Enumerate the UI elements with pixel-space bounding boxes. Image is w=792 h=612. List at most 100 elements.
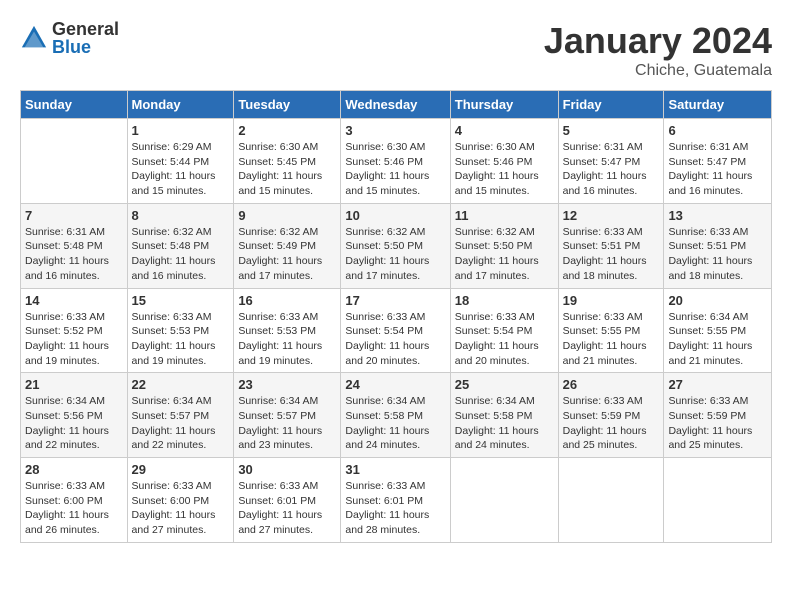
calendar-cell: 7 Sunrise: 6:31 AMSunset: 5:48 PMDaylight… [21,203,128,288]
day-number: 24 [345,377,445,392]
day-number: 22 [132,377,230,392]
day-number: 16 [238,293,336,308]
calendar-cell [21,119,128,204]
day-number: 14 [25,293,123,308]
header-day: Saturday [664,91,772,119]
calendar-cell: 13 Sunrise: 6:33 AMSunset: 5:51 PMDayligh… [664,203,772,288]
logo: General Blue [20,20,119,56]
calendar-cell: 31 Sunrise: 6:33 AMSunset: 6:01 PMDayligh… [341,458,450,543]
day-info: Sunrise: 6:33 AMSunset: 6:00 PMDaylight:… [132,479,230,538]
calendar-cell [450,458,558,543]
calendar-week: 7 Sunrise: 6:31 AMSunset: 5:48 PMDaylight… [21,203,772,288]
calendar-week: 14 Sunrise: 6:33 AMSunset: 5:52 PMDayligh… [21,288,772,373]
calendar-cell: 28Sunrise: 6:33 AMSunset: 6:00 PMDayligh… [21,458,128,543]
day-info: Sunrise: 6:33 AMSunset: 5:51 PMDaylight:… [668,225,767,284]
day-info: Sunrise: 6:33 AMSunset: 6:00 PMDaylight:… [25,479,123,538]
day-number: 4 [455,123,554,138]
day-info: Sunrise: 6:32 AMSunset: 5:50 PMDaylight:… [455,225,554,284]
day-info: Sunrise: 6:33 AMSunset: 6:01 PMDaylight:… [238,479,336,538]
day-info: Sunrise: 6:32 AMSunset: 5:50 PMDaylight:… [345,225,445,284]
header-day: Wednesday [341,91,450,119]
day-info: Sunrise: 6:33 AMSunset: 5:53 PMDaylight:… [132,310,230,369]
day-info: Sunrise: 6:34 AMSunset: 5:55 PMDaylight:… [668,310,767,369]
calendar-body: 1 Sunrise: 6:29 AMSunset: 5:44 PMDaylight… [21,119,772,543]
calendar-cell: 5Sunrise: 6:31 AMSunset: 5:47 PMDaylight… [558,119,664,204]
day-info: Sunrise: 6:34 AMSunset: 5:56 PMDaylight:… [25,394,123,453]
day-info: Sunrise: 6:30 AMSunset: 5:45 PMDaylight:… [238,140,336,199]
day-number: 31 [345,462,445,477]
calendar-week: 1 Sunrise: 6:29 AMSunset: 5:44 PMDaylight… [21,119,772,204]
calendar-cell: 30 Sunrise: 6:33 AMSunset: 6:01 PMDayligh… [234,458,341,543]
header-day: Monday [127,91,234,119]
day-info: Sunrise: 6:33 AMSunset: 5:55 PMDaylight:… [563,310,660,369]
calendar-cell: 26 Sunrise: 6:33 AMSunset: 5:59 PMDayligh… [558,373,664,458]
day-number: 6 [668,123,767,138]
calendar-cell: 16 Sunrise: 6:33 AMSunset: 5:53 PMDayligh… [234,288,341,373]
day-info: Sunrise: 6:34 AMSunset: 5:57 PMDaylight:… [132,394,230,453]
day-info: Sunrise: 6:32 AMSunset: 5:48 PMDaylight:… [132,225,230,284]
day-info: Sunrise: 6:33 AMSunset: 6:01 PMDaylight:… [345,479,445,538]
day-number: 17 [345,293,445,308]
calendar-subtitle: Chiche, Guatemala [544,62,772,80]
day-info: Sunrise: 6:30 AMSunset: 5:46 PMDaylight:… [455,140,554,199]
day-info: Sunrise: 6:33 AMSunset: 5:54 PMDaylight:… [345,310,445,369]
calendar-cell: 15 Sunrise: 6:33 AMSunset: 5:53 PMDayligh… [127,288,234,373]
calendar-cell: 29Sunrise: 6:33 AMSunset: 6:00 PMDayligh… [127,458,234,543]
day-number: 27 [668,377,767,392]
page-header: General Blue January 2024 Chiche, Guatem… [20,20,772,80]
calendar-cell: 2 Sunrise: 6:30 AMSunset: 5:45 PMDaylight… [234,119,341,204]
calendar-cell: 17 Sunrise: 6:33 AMSunset: 5:54 PMDayligh… [341,288,450,373]
day-info: Sunrise: 6:29 AMSunset: 5:44 PMDaylight:… [132,140,230,199]
day-number: 3 [345,123,445,138]
day-number: 1 [132,123,230,138]
calendar-cell: 23Sunrise: 6:34 AMSunset: 5:57 PMDayligh… [234,373,341,458]
calendar-cell: 21 Sunrise: 6:34 AMSunset: 5:56 PMDayligh… [21,373,128,458]
calendar-week: 21 Sunrise: 6:34 AMSunset: 5:56 PMDayligh… [21,373,772,458]
day-number: 23 [238,377,336,392]
day-number: 25 [455,377,554,392]
day-info: Sunrise: 6:34 AMSunset: 5:58 PMDaylight:… [455,394,554,453]
day-number: 9 [238,208,336,223]
day-number: 20 [668,293,767,308]
calendar-cell: 25 Sunrise: 6:34 AMSunset: 5:58 PMDayligh… [450,373,558,458]
calendar-cell: 9 Sunrise: 6:32 AMSunset: 5:49 PMDaylight… [234,203,341,288]
day-number: 15 [132,293,230,308]
calendar-title: January 2024 [544,20,772,62]
header-day: Thursday [450,91,558,119]
calendar-cell: 18 Sunrise: 6:33 AMSunset: 5:54 PMDayligh… [450,288,558,373]
day-number: 30 [238,462,336,477]
logo-blue: Blue [52,38,119,56]
day-info: Sunrise: 6:33 AMSunset: 5:59 PMDaylight:… [563,394,660,453]
calendar-cell [664,458,772,543]
day-info: Sunrise: 6:33 AMSunset: 5:52 PMDaylight:… [25,310,123,369]
day-info: Sunrise: 6:34 AMSunset: 5:58 PMDaylight:… [345,394,445,453]
day-info: Sunrise: 6:31 AMSunset: 5:47 PMDaylight:… [563,140,660,199]
calendar-cell [558,458,664,543]
calendar-cell: 14 Sunrise: 6:33 AMSunset: 5:52 PMDayligh… [21,288,128,373]
day-number: 11 [455,208,554,223]
day-number: 12 [563,208,660,223]
calendar-cell: 6Sunrise: 6:31 AMSunset: 5:47 PMDaylight… [664,119,772,204]
day-number: 7 [25,208,123,223]
day-number: 2 [238,123,336,138]
day-info: Sunrise: 6:32 AMSunset: 5:49 PMDaylight:… [238,225,336,284]
calendar-cell: 10 Sunrise: 6:32 AMSunset: 5:50 PMDayligh… [341,203,450,288]
day-number: 21 [25,377,123,392]
calendar-cell: 1 Sunrise: 6:29 AMSunset: 5:44 PMDaylight… [127,119,234,204]
calendar-cell: 12Sunrise: 6:33 AMSunset: 5:51 PMDayligh… [558,203,664,288]
day-info: Sunrise: 6:33 AMSunset: 5:59 PMDaylight:… [668,394,767,453]
day-info: Sunrise: 6:31 AMSunset: 5:48 PMDaylight:… [25,225,123,284]
day-number: 13 [668,208,767,223]
day-info: Sunrise: 6:33 AMSunset: 5:54 PMDaylight:… [455,310,554,369]
day-info: Sunrise: 6:33 AMSunset: 5:53 PMDaylight:… [238,310,336,369]
title-block: January 2024 Chiche, Guatemala [544,20,772,80]
day-number: 18 [455,293,554,308]
calendar-cell: 22 Sunrise: 6:34 AMSunset: 5:57 PMDayligh… [127,373,234,458]
day-number: 26 [563,377,660,392]
calendar-cell: 24 Sunrise: 6:34 AMSunset: 5:58 PMDayligh… [341,373,450,458]
header-day: Tuesday [234,91,341,119]
calendar-cell: 11 Sunrise: 6:32 AMSunset: 5:50 PMDayligh… [450,203,558,288]
calendar-week: 28Sunrise: 6:33 AMSunset: 6:00 PMDayligh… [21,458,772,543]
day-number: 10 [345,208,445,223]
logo-text: General Blue [52,20,119,56]
